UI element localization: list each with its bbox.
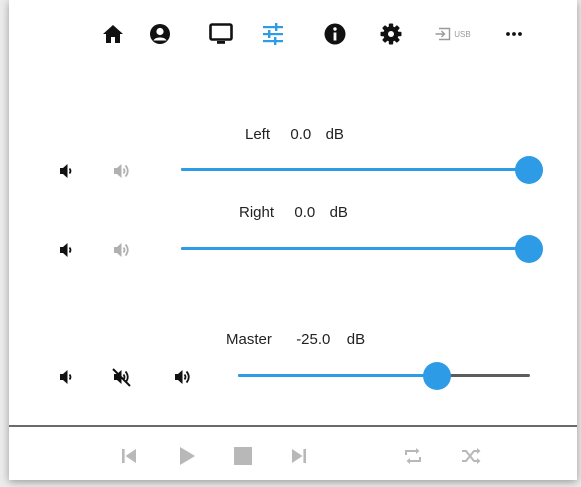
stop-button[interactable] xyxy=(229,441,257,471)
play-icon xyxy=(180,447,195,465)
repeat-icon xyxy=(405,448,421,464)
master-volume-up-button[interactable] xyxy=(172,366,194,388)
slider-handle[interactable] xyxy=(423,362,451,390)
speaker-high-icon xyxy=(175,370,190,384)
left-channel-name: Left xyxy=(245,126,271,143)
slider-fill xyxy=(181,247,529,250)
sliders-icon xyxy=(263,23,283,45)
left-channel-value: 0.0 xyxy=(290,126,312,143)
speaker-high-icon xyxy=(114,243,129,257)
next-button[interactable] xyxy=(285,441,313,471)
slider-fill xyxy=(238,374,437,377)
more-button[interactable] xyxy=(500,16,528,52)
left-volume-down-button[interactable] xyxy=(56,160,78,182)
info-button[interactable] xyxy=(321,16,349,52)
right-volume-down-button[interactable] xyxy=(56,239,78,261)
master-volume-down-button[interactable] xyxy=(56,366,78,388)
master-value: -25.0 xyxy=(296,331,331,348)
right-volume-up-button[interactable] xyxy=(111,239,133,261)
usb-label: USB xyxy=(454,29,471,39)
master-name: Master xyxy=(226,331,272,348)
slider-handle[interactable] xyxy=(515,235,543,263)
master-mute-button[interactable] xyxy=(111,366,133,388)
usb-input-button[interactable]: USB xyxy=(427,16,479,52)
stop-icon xyxy=(234,447,252,465)
left-volume-up-button[interactable] xyxy=(111,160,133,182)
gear-icon xyxy=(380,23,402,45)
top-toolbar: USB xyxy=(9,16,577,52)
right-channel-unit: dB xyxy=(329,204,348,221)
master-slider[interactable] xyxy=(238,361,530,391)
right-channel-name: Right xyxy=(239,204,275,221)
previous-icon xyxy=(122,449,136,463)
speaker-low-icon xyxy=(60,164,72,178)
speaker-low-icon xyxy=(60,370,72,384)
play-button[interactable] xyxy=(173,441,201,471)
shuffle-button[interactable] xyxy=(457,441,485,471)
previous-button[interactable] xyxy=(115,441,143,471)
usb-input-icon xyxy=(435,27,451,41)
master-label: Master -25.0 dB xyxy=(226,331,365,348)
left-channel-label: Left 0.0 dB xyxy=(245,126,344,143)
account-icon xyxy=(150,24,170,44)
home-icon xyxy=(103,25,123,43)
shuffle-icon xyxy=(462,448,481,464)
speaker-high-icon xyxy=(114,164,129,178)
left-channel-slider[interactable] xyxy=(181,155,543,185)
equalizer-button[interactable] xyxy=(258,16,288,52)
transport-controls xyxy=(9,441,577,471)
left-channel-unit: dB xyxy=(325,126,344,143)
right-channel-slider[interactable] xyxy=(181,234,543,264)
repeat-button[interactable] xyxy=(399,441,427,471)
more-icon xyxy=(506,32,522,36)
audio-panel: USB Left 0.0 dB Right 0.0 dB Master -25.… xyxy=(9,0,577,480)
divider xyxy=(9,425,577,427)
mute-icon xyxy=(112,368,131,387)
right-channel-value: 0.0 xyxy=(294,204,316,221)
slider-fill xyxy=(181,168,529,171)
settings-button[interactable] xyxy=(376,16,406,52)
home-button[interactable] xyxy=(99,16,127,52)
slider-handle[interactable] xyxy=(515,156,543,184)
info-icon xyxy=(324,23,346,45)
right-channel-label: Right 0.0 dB xyxy=(239,204,348,221)
master-unit: dB xyxy=(346,331,366,348)
next-icon xyxy=(292,449,306,463)
display-button[interactable] xyxy=(205,16,237,52)
account-button[interactable] xyxy=(145,16,175,52)
speaker-low-icon xyxy=(60,243,72,257)
monitor-icon xyxy=(209,23,233,44)
